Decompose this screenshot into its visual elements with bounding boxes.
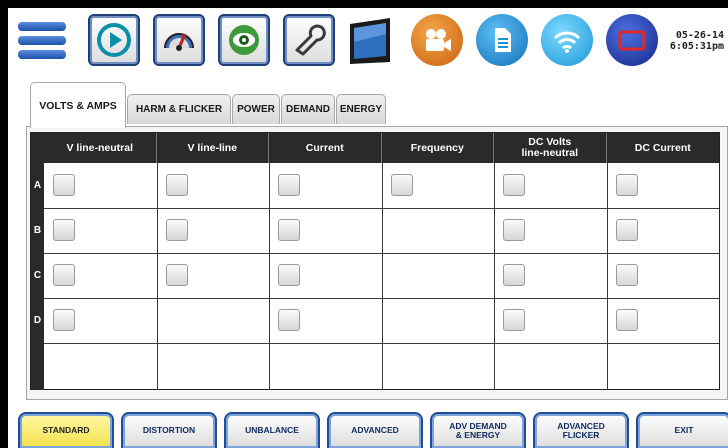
checkbox[interactable] (53, 219, 75, 241)
checkbox[interactable] (503, 219, 525, 241)
column-header-label: Current (305, 141, 344, 154)
button-label: ADVANCED FLICKER (557, 420, 605, 440)
advanced-flicker-button[interactable]: ADVANCED FLICKER (533, 412, 629, 448)
gauge-icon[interactable] (153, 14, 205, 66)
checkbox[interactable] (165, 174, 188, 196)
checkbox[interactable] (503, 264, 525, 286)
exit-button[interactable]: EXIT (636, 412, 728, 448)
checkbox[interactable] (615, 309, 638, 331)
grid-divider (606, 163, 608, 390)
grid-divider (44, 298, 719, 299)
row-label: D (33, 315, 42, 326)
wrench-icon[interactable] (283, 14, 335, 66)
column-header: V line-neutral (44, 133, 157, 163)
camera-icon[interactable] (411, 14, 463, 66)
checkbox[interactable] (390, 174, 413, 196)
adv-demand-energy-button[interactable]: ADV DEMAND & ENERGY (430, 412, 526, 448)
time-text: 6:05:31pm (669, 41, 724, 52)
wireless-icon[interactable] (541, 14, 593, 66)
grid-divider (156, 163, 158, 390)
channel-grid: V line-neutral V line-line Current Frequenc… (30, 132, 720, 390)
play-icon[interactable] (88, 14, 140, 66)
column-header-label: line-neutral (521, 147, 579, 159)
checkbox[interactable] (503, 174, 525, 196)
checkbox[interactable] (503, 309, 525, 331)
checkbox[interactable] (165, 264, 188, 286)
monitor-icon[interactable] (346, 14, 398, 66)
grid-divider (44, 343, 719, 344)
row-label: A (33, 180, 42, 191)
row-label: B (33, 225, 42, 236)
standard-button[interactable]: STANDARD (18, 412, 114, 448)
checkbox[interactable] (615, 174, 638, 196)
datetime-display: 05-26-14 6:05:31pm (664, 30, 724, 52)
checkbox[interactable] (165, 219, 188, 241)
tab-demand[interactable]: DEMAND (281, 94, 335, 124)
tab-power[interactable]: POWER (232, 94, 280, 124)
column-header: DC Current (607, 133, 720, 163)
row-label-bar: A B C D (31, 163, 44, 390)
checkbox[interactable] (278, 219, 300, 241)
analyzer-screen: 05-26-14 6:05:31pm VOLTS & AMPS HARM & F… (8, 8, 728, 448)
column-header: Frequency (382, 133, 494, 163)
checkbox[interactable] (53, 309, 75, 331)
column-header-label: V line-neutral (66, 141, 133, 154)
unbalance-button[interactable]: UNBALANCE (224, 412, 320, 448)
distortion-button[interactable]: DISTORTION (121, 412, 217, 448)
menu-icon[interactable] (18, 18, 66, 64)
row-label: C (33, 270, 42, 281)
grid-divider (44, 253, 719, 254)
checkbox[interactable] (53, 174, 75, 196)
grid-divider (44, 208, 719, 209)
column-header: DC Volts line-neutral (494, 133, 607, 163)
checkbox[interactable] (615, 219, 638, 241)
checkbox[interactable] (278, 309, 300, 331)
tab-volts-amps[interactable]: VOLTS & AMPS (30, 82, 126, 128)
column-header-label: V line-line (187, 141, 238, 154)
document-icon[interactable] (476, 14, 528, 66)
tab-harm-flicker[interactable]: HARM & FLICKER (127, 94, 231, 124)
date-text: 05-26-14 (675, 30, 724, 41)
checkbox[interactable] (53, 264, 75, 286)
checkbox[interactable] (278, 174, 300, 196)
grid-header: V line-neutral V line-line Current Frequenc… (31, 133, 719, 163)
grid-divider (381, 163, 383, 390)
grid-divider (269, 163, 270, 390)
checkbox[interactable] (615, 264, 638, 286)
column-header-label: Frequency (410, 141, 464, 154)
column-header-label: DC Current (634, 141, 691, 154)
advanced-button[interactable]: ADVANCED (327, 412, 423, 448)
button-label: ADV DEMAND & ENERGY (449, 420, 507, 440)
checkbox[interactable] (278, 264, 300, 286)
column-header: V line-line (157, 133, 269, 163)
screen-icon[interactable] (606, 14, 658, 66)
grid-divider (494, 163, 495, 390)
eye-icon[interactable] (218, 14, 270, 66)
column-header: Current (269, 133, 382, 163)
tab-energy[interactable]: ENERGY (336, 94, 386, 124)
